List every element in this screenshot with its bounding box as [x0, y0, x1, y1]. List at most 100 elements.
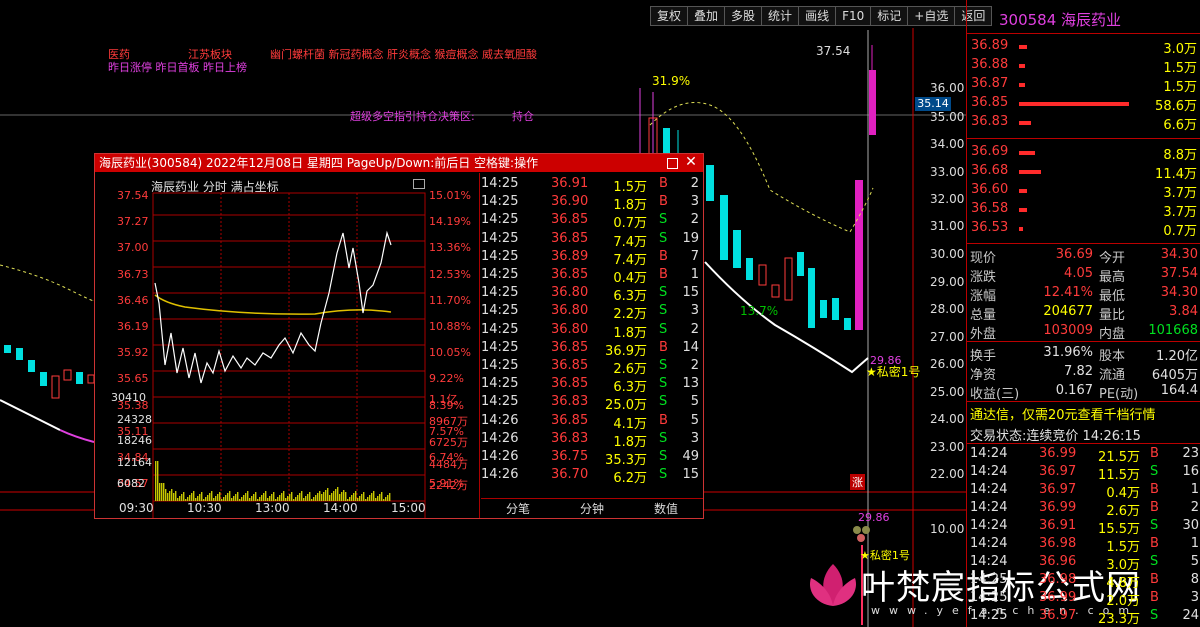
toolbar-button-7[interactable]: +自选: [908, 7, 956, 25]
ask-price: 36.88: [971, 57, 1009, 72]
ask-price: 36.83: [971, 114, 1009, 129]
quote-row: 外盘 103009 内盘 101668: [967, 323, 1200, 342]
quote-value: 204677: [1043, 304, 1093, 319]
bid-row: 36.58 3.7万: [967, 201, 1200, 220]
tick-count: 30: [1182, 518, 1199, 533]
tick-count: 3: [690, 430, 699, 446]
toolbar-button-0[interactable]: 复权: [651, 7, 689, 25]
tick-volume: 25.0万: [605, 398, 647, 414]
tick-volume: 2.6万: [1106, 504, 1140, 519]
volume-bar: [1019, 189, 1027, 193]
price-tick: 36.00: [930, 81, 965, 95]
tick-side: B: [1150, 500, 1159, 515]
popup-tick-row: 14:25 36.83 25.0万 S 5: [481, 394, 703, 414]
quote-label: 收益(三): [970, 387, 1020, 402]
tick-count: 3: [690, 303, 699, 319]
tick-count: 14: [682, 339, 699, 355]
tick-time: 14:25: [481, 394, 519, 410]
toolbar-button-5[interactable]: F10: [836, 7, 872, 25]
tick-count: 19: [682, 230, 699, 246]
price-axis-tick: 37.27: [117, 215, 149, 229]
tick-count: 2: [1190, 500, 1199, 515]
popup-tick-row: 14:26 36.75 35.3万 S 49: [481, 449, 703, 468]
promo-link[interactable]: 通达信，仅需20元查看千档行情: [970, 404, 1156, 423]
pct-label-mid: 13.7%: [740, 304, 779, 318]
tick-price: 36.90: [551, 194, 589, 210]
toolbar-button-4[interactable]: 画线: [799, 7, 837, 25]
pct-axis-tick: 15.01%: [429, 189, 471, 202]
intraday-chart[interactable]: 海辰药业 分时 满占坐标 37.54 37.27 37.00 36.73 36.46 36…: [95, 173, 479, 521]
price-tick: 33.00: [930, 165, 965, 179]
trade-status: 交易状态:连续竞价 14:26:15: [970, 429, 1141, 444]
tick-count: 49: [682, 449, 699, 464]
price-tick: 27.00: [930, 330, 965, 344]
intraday-popup-window[interactable]: 海辰药业(300584) 2022年12月08日 星期四 PageUp/Down…: [94, 153, 704, 521]
tick-count: 13: [682, 376, 699, 392]
chart-menu-icon[interactable]: [413, 179, 425, 189]
ask-row: 36.85 58.6万: [967, 95, 1200, 114]
zhang-badge: 涨: [850, 474, 865, 490]
tick-price: 36.85: [551, 212, 589, 228]
time-axis-tick: 15:00: [391, 501, 426, 515]
popup-tab-1[interactable]: 分钟: [555, 500, 629, 517]
tick-count: 2: [690, 321, 699, 337]
tick-side: S: [659, 321, 668, 337]
stock-name: 海辰药业: [1061, 11, 1122, 29]
tick-side: S: [659, 449, 668, 464]
bid-volume: 0.7万: [1163, 224, 1197, 239]
tick-volume: 1.8万: [613, 198, 647, 214]
tick-time: 14:25: [481, 176, 519, 191]
popup-tick-row: 14:25 36.85 0.4万 B 1: [481, 267, 703, 286]
popup-titlebar[interactable]: 海辰药业(300584) 2022年12月08日 星期四 PageUp/Down…: [95, 154, 703, 172]
tick-price: 36.97: [1039, 482, 1077, 497]
ask-row: 36.88 1.5万: [967, 57, 1200, 76]
tick-time: 14:26: [481, 449, 519, 464]
tick-price: 36.91: [551, 176, 589, 191]
tick-row: 14:25 36.99 2.0万 B 3: [967, 590, 1200, 609]
popup-tab-0[interactable]: 分笔: [481, 500, 555, 517]
tick-volume: 4.8万: [1106, 576, 1140, 591]
time-axis-tick: 14:00: [323, 501, 358, 515]
toolbar-button-2[interactable]: 多股: [725, 7, 763, 25]
lotus-logo-icon: [809, 564, 857, 606]
bid-volume: 11.4万: [1155, 167, 1197, 182]
ask-volume: 3.0万: [1163, 42, 1197, 57]
quote-label: 外盘: [970, 327, 997, 342]
tick-price: 36.85: [551, 412, 589, 428]
toolbar-button-6[interactable]: 标记: [871, 7, 909, 25]
tick-price: 36.91: [1039, 518, 1077, 533]
quote-label: 涨跌: [970, 270, 997, 285]
low-label-2: 29.86: [858, 511, 890, 524]
tick-side: S: [659, 358, 668, 373]
tick-side: B: [659, 248, 668, 264]
ask-price: 36.87: [971, 76, 1009, 91]
tick-price: 36.99: [1039, 590, 1077, 605]
toolbar-button-1[interactable]: 叠加: [688, 7, 726, 25]
tick-count: 15: [682, 285, 699, 301]
quote-label: 涨幅: [970, 289, 997, 304]
price-axis-tick: 37.54: [117, 189, 149, 202]
tick-row: 14:24 36.97 0.4万 B 1: [967, 482, 1200, 501]
price-axis-tick: 35.65: [117, 372, 149, 386]
tick-side: B: [1150, 482, 1159, 497]
volume-bar: [1019, 102, 1129, 106]
tick-price: 36.83: [551, 430, 589, 446]
toolbar-button-3[interactable]: 统计: [762, 7, 800, 25]
tick-volume: 36.9万: [605, 343, 647, 359]
bid-row: 36.60 3.7万: [967, 182, 1200, 201]
maximize-icon[interactable]: [667, 158, 678, 169]
close-icon[interactable]: ✕: [685, 155, 697, 169]
volume-axis-tick: 18246: [117, 434, 152, 447]
quote-label: 最高: [1099, 270, 1126, 285]
tick-volume: 2.2万: [613, 307, 647, 323]
bid-row: 36.68 11.4万: [967, 163, 1200, 182]
popup-tab-2[interactable]: 数值: [629, 500, 703, 517]
popup-tick-row: 14:25 36.80 2.2万 S 3: [481, 303, 703, 323]
ask-volume: 6.6万: [1163, 118, 1197, 133]
quote-value: 7.82: [1064, 364, 1093, 379]
ask-row: 36.89 3.0万: [967, 38, 1200, 57]
left-candles: [4, 345, 95, 399]
bid-row: 36.53 0.7万: [967, 220, 1200, 239]
quote-row: 涨幅 12.41% 最低 34.30: [967, 285, 1200, 304]
tick-volume: 1.5万: [613, 180, 647, 195]
